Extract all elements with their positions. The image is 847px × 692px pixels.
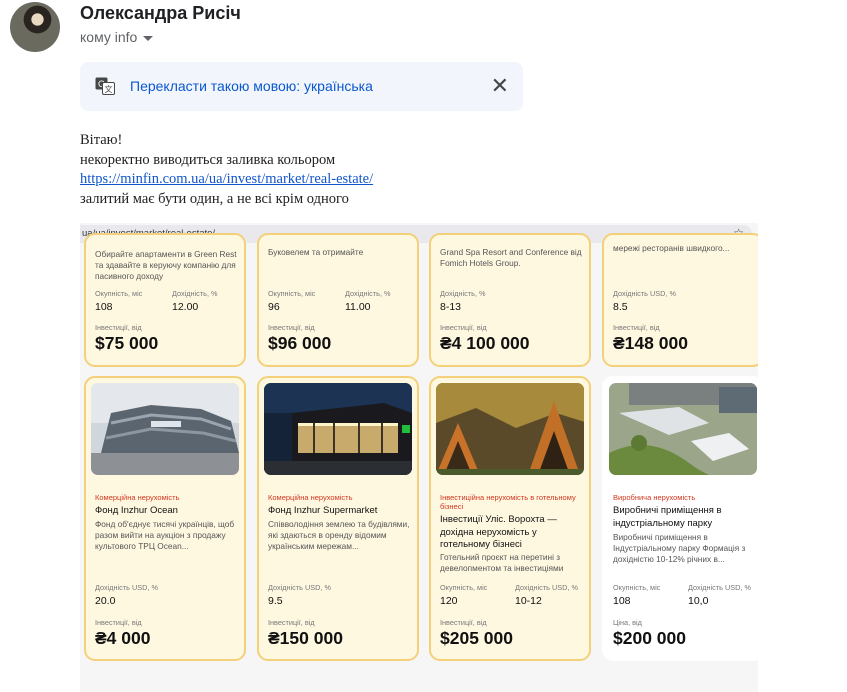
card-photo — [91, 383, 239, 475]
sender-avatar[interactable] — [10, 2, 60, 52]
card-label: Окупність, міс — [95, 289, 143, 298]
listing-card[interactable]: Комерційна нерухомість Фонд Inzhur Super… — [257, 376, 419, 661]
attached-screenshot[interactable]: ua/ua/invest/market/real-estate/ ☆ Обира… — [80, 223, 758, 692]
message-link[interactable]: https://minfin.com.ua/ua/invest/market/r… — [80, 171, 373, 187]
card-value: 10-12 — [515, 595, 542, 607]
listing-card: Grand Spa Resort and Conference від Fomi… — [429, 233, 591, 367]
card-label: Дохідність USD, % — [688, 583, 751, 592]
message-line-1: некоректно виводиться заливка кольором — [80, 151, 336, 168]
industrial-park-image — [609, 383, 757, 475]
price-label: Інвестиції, від — [268, 618, 315, 627]
listing-card[interactable]: Комерційна нерухомість Фонд Inzhur Ocean… — [84, 376, 246, 661]
card-label: Дохідність, % — [440, 289, 486, 298]
category-label: Інвестиційна нерухомість в готельному бі… — [440, 493, 576, 511]
close-icon[interactable]: ✕ — [491, 74, 509, 98]
card-label: Окупність, міс — [268, 289, 316, 298]
listing-card: Буковелем та отримайте Окупність, міс 96… — [257, 233, 419, 367]
listing-card[interactable]: Виробнича нерухомість Виробничі приміщен… — [602, 376, 758, 661]
card-value: 108 — [613, 595, 631, 607]
card-description: Буковелем та отримайте — [268, 247, 364, 257]
mall-building-image — [91, 383, 239, 475]
greeting-text: Вітаю! — [80, 132, 123, 148]
card-label: Дохідність USD, % — [95, 583, 158, 592]
svg-text:文: 文 — [105, 84, 113, 94]
price-label: Інвестиції, від — [95, 323, 142, 332]
price-value: ₴148 000 — [613, 333, 688, 353]
card-value: 96 — [268, 301, 280, 313]
price-label: Інвестиції, від — [440, 323, 487, 332]
card-label: Дохідність USD, % — [515, 583, 578, 592]
message-line-2: залитий має бути один, а не всі крім одн… — [80, 190, 349, 207]
card-value: 108 — [95, 301, 113, 313]
card-description: Фонд об'єднує тисячі українців, щоб разо… — [95, 519, 235, 551]
price-value: $75 000 — [95, 333, 159, 353]
card-description: Співволодіння землею та будівлями, які з… — [268, 519, 410, 551]
price-value: $205 000 — [440, 628, 513, 648]
card-photo — [436, 383, 584, 475]
card-description: Grand Spa Resort and Conference від Fomi… — [440, 247, 582, 268]
card-description: Обирайте апартаменти в Green Rest та зда… — [95, 249, 237, 281]
sender-name: Олександра Рисіч — [80, 3, 241, 23]
card-description: Виробничі приміщення в Індустріальному п… — [613, 532, 746, 564]
translate-icon: G 文 — [95, 77, 115, 95]
price-label: Інвестиції, від — [613, 323, 660, 332]
message-body: Вітаю! некоректно виводиться заливка кол… — [80, 131, 373, 209]
listing-card[interactable]: Інвестиційна нерухомість в готельному бі… — [429, 376, 591, 661]
listing-card: Обирайте апартаменти в Green Rest та зда… — [84, 233, 246, 367]
price-label: Ціна, від — [613, 618, 642, 627]
card-label: Дохідність, % — [345, 289, 391, 298]
card-value: 8.5 — [613, 301, 628, 313]
card-photo — [264, 383, 412, 475]
price-value: ₴4 000 — [95, 628, 151, 648]
card-label: Дохідність USD, % — [613, 289, 676, 298]
category-label: Виробнича нерухомість — [613, 493, 696, 502]
price-value: $96 000 — [268, 333, 332, 353]
card-label: Дохідність USD, % — [268, 583, 331, 592]
price-value: ₴150 000 — [268, 628, 343, 648]
listing-card: мережі ресторанів швидкого... Дохідність… — [602, 233, 758, 367]
card-description: мережі ресторанів швидкого... — [613, 243, 730, 253]
price-value: $200 000 — [613, 628, 686, 648]
recipient-dropdown[interactable]: кому info — [80, 29, 154, 45]
card-value: 120 — [440, 595, 458, 607]
card-title: Фонд Inzhur Ocean — [95, 505, 178, 516]
price-label: Інвестиції, від — [268, 323, 315, 332]
card-label: Окупність, міс — [440, 583, 488, 592]
price-label: Інвестиції, від — [440, 618, 487, 627]
translate-banner: G 文 Перекласти такою мовою: українська ✕ — [80, 62, 523, 111]
aframe-cabins-image — [436, 383, 584, 475]
supermarket-image — [264, 383, 412, 475]
card-photo — [609, 383, 757, 475]
card-title: Інвестиції Уліс. Ворохта — дохідна нерух… — [440, 514, 557, 550]
card-description: Готельний проєкт на перетині з девелопме… — [440, 552, 564, 573]
card-title: Виробничі приміщення в індустріальному п… — [613, 505, 722, 529]
category-label: Комерційна нерухомість — [268, 493, 353, 502]
price-value: ₴4 100 000 — [440, 333, 530, 353]
chevron-down-icon[interactable] — [143, 35, 154, 41]
card-value: 20.0 — [95, 595, 116, 607]
card-label: Дохідність, % — [172, 289, 218, 298]
category-label: Комерційна нерухомість — [95, 493, 180, 502]
translate-link[interactable]: Перекласти такою мовою: українська — [130, 78, 373, 94]
card-title: Фонд Inzhur Supermarket — [268, 505, 378, 516]
card-label: Окупність, міс — [613, 583, 661, 592]
card-value: 11.00 — [345, 301, 371, 313]
card-value: 8-13 — [440, 301, 462, 313]
card-value: 10,0 — [688, 595, 709, 607]
price-label: Інвестиції, від — [95, 618, 142, 627]
card-value: 9.5 — [268, 595, 283, 607]
card-value: 12.00 — [172, 301, 199, 313]
recipient-label: кому info — [80, 29, 138, 45]
